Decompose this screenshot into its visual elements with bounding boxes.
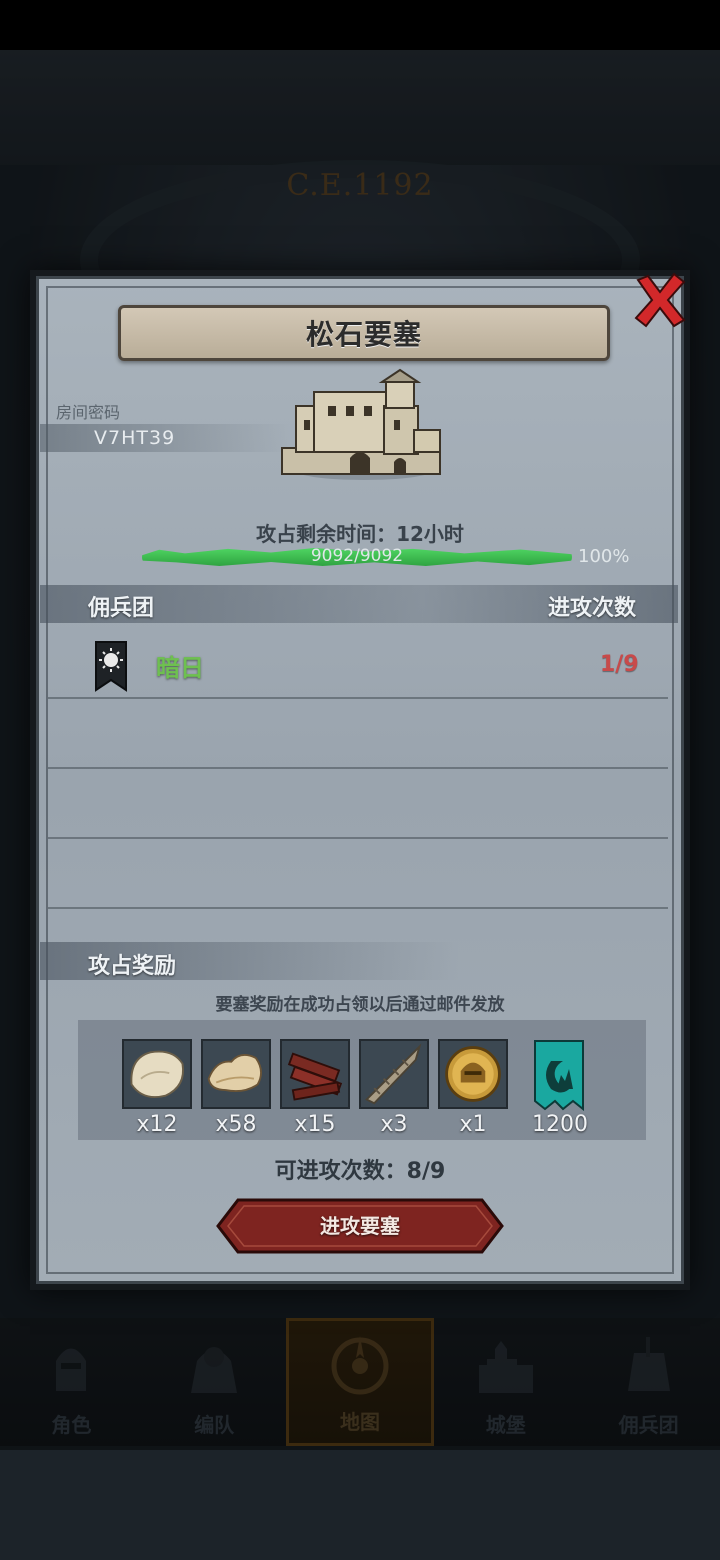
timer-label: 攻占剩余时间： — [256, 522, 397, 546]
status-bar — [0, 0, 720, 50]
table-row[interactable] — [48, 629, 668, 699]
mercenary-header: 佣兵团 — [88, 596, 155, 621]
reward-qty: x12 — [136, 1112, 178, 1137]
lumber-planks-icon — [287, 1052, 343, 1101]
progress-percent: 100% — [578, 546, 630, 567]
attack-button-label: 进攻要塞 — [320, 1214, 400, 1238]
attack-fortress-button[interactable]: 进攻要塞 — [216, 1198, 504, 1254]
capture-timer: 攻占剩余时间：12小时 — [0, 518, 720, 547]
reward-header: 攻占奖励 — [88, 954, 177, 979]
table-row-empty — [48, 699, 668, 769]
attempts-value: 8/9 — [406, 1159, 446, 1184]
reward-qty: x15 — [294, 1112, 336, 1137]
bottom-strip — [0, 1446, 720, 1560]
spiral-horn-icon — [365, 1043, 422, 1105]
reward-slot[interactable] — [280, 1039, 350, 1109]
table-row-empty — [48, 839, 668, 909]
reward-slot[interactable] — [527, 1039, 591, 1112]
timer-value: 12小时 — [396, 522, 464, 546]
reward-slot[interactable] — [122, 1039, 192, 1109]
reward-qty: x58 — [215, 1112, 257, 1137]
fortress-castle-icon — [281, 368, 441, 480]
mercenary-name: 暗日 — [156, 654, 204, 682]
table-row-empty — [48, 769, 668, 839]
reward-qty: 1200 — [532, 1112, 588, 1137]
leather-hide-icon — [207, 1054, 262, 1093]
reward-qty: x1 — [459, 1112, 487, 1137]
attack-count-header: 进攻次数 — [548, 596, 637, 621]
close-icon[interactable] — [630, 270, 690, 330]
reward-slot[interactable] — [438, 1039, 508, 1109]
remaining-attempts: 可进攻次数：8/9 — [0, 1153, 720, 1185]
room-password-value[interactable]: V7HT39 — [94, 427, 175, 449]
mercenary-attack-count: 1/9 — [600, 652, 639, 677]
reward-note: 要塞奖励在成功占领以后通过邮件发放 — [215, 995, 505, 1015]
fur-pelt-icon — [130, 1050, 184, 1099]
fortress-title-banner: 松石要塞 — [118, 305, 610, 361]
room-password-label: 房间密码 — [56, 403, 121, 422]
progress-text: 9092/9092 — [310, 546, 404, 566]
page-title: 松石要塞 — [305, 318, 422, 351]
reward-qty: x3 — [380, 1112, 408, 1137]
teal-guild-banner-icon — [534, 1040, 584, 1112]
reward-slot[interactable] — [201, 1039, 271, 1109]
mercenary-banner-icon — [95, 641, 127, 692]
gold-helmet-coin-icon — [445, 1046, 501, 1102]
reward-slot[interactable] — [359, 1039, 429, 1109]
attempts-label: 可进攻次数： — [274, 1159, 407, 1184]
